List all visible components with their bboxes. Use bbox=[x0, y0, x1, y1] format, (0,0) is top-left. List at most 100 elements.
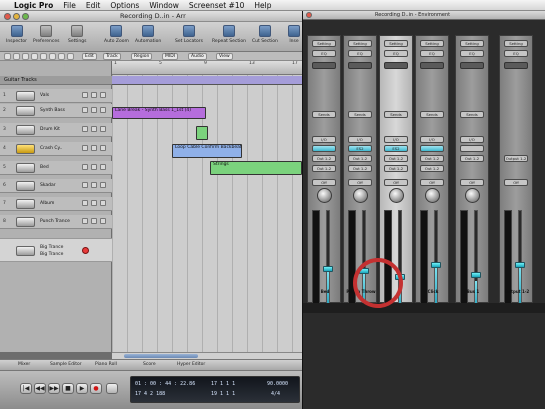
output-slot[interactable]: Out 1-2 bbox=[420, 155, 444, 162]
insert-slot[interactable] bbox=[420, 62, 444, 69]
mute-button[interactable] bbox=[82, 164, 88, 170]
channel-name[interactable]: Click bbox=[417, 289, 449, 294]
scrollbar-thumb[interactable] bbox=[124, 354, 198, 358]
record-enable-button[interactable] bbox=[100, 145, 106, 151]
audio-menu[interactable]: Audio bbox=[188, 53, 207, 60]
solo-button[interactable] bbox=[91, 145, 97, 151]
automation-mode[interactable]: Off bbox=[312, 179, 336, 186]
channel-name[interactable]: Bus 1 bbox=[457, 289, 489, 294]
automation-button[interactable]: Automation bbox=[135, 25, 161, 44]
mute-button[interactable] bbox=[82, 107, 88, 113]
waveform-button[interactable] bbox=[49, 53, 56, 60]
eq-display[interactable]: EQ bbox=[384, 50, 408, 57]
pan-knob[interactable] bbox=[465, 188, 480, 203]
midi-menu[interactable]: MIDI bbox=[162, 53, 179, 60]
edit-menu[interactable]: Edit bbox=[82, 53, 97, 60]
track-menu[interactable]: Track bbox=[103, 53, 121, 60]
solo-button[interactable] bbox=[91, 218, 97, 224]
rewind-button[interactable]: ◀◀ bbox=[34, 383, 46, 394]
audio-region[interactable]: Loop Cable Confirm Backbeat bbox=[172, 144, 242, 158]
automation-mode[interactable]: Off bbox=[504, 179, 528, 186]
zoom-button[interactable] bbox=[40, 53, 47, 60]
output-slot-2[interactable]: Out 1-2 bbox=[420, 165, 444, 172]
output-slot-2[interactable]: Out 1-2 bbox=[384, 165, 408, 172]
sends-slot[interactable]: Sends bbox=[384, 111, 408, 118]
volume-fader[interactable] bbox=[431, 262, 441, 268]
solo-button[interactable] bbox=[91, 126, 97, 132]
volume-fader-track[interactable] bbox=[474, 210, 478, 312]
cycle-toggle-button[interactable] bbox=[106, 383, 118, 394]
arrange-area[interactable]: 1 5 9 13 17 Lane Break - Synth Bass 1_1s… bbox=[112, 61, 302, 352]
volume-fader[interactable] bbox=[323, 266, 333, 272]
channel-name[interactable]: Bed bbox=[309, 289, 341, 294]
record-enable-button[interactable] bbox=[100, 164, 106, 170]
solo-button[interactable] bbox=[91, 107, 97, 113]
drag-button[interactable] bbox=[67, 53, 74, 60]
output-slot-2[interactable]: Out 1-2 bbox=[312, 165, 336, 172]
sends-slot[interactable]: Sends bbox=[348, 111, 372, 118]
track-row[interactable]: 7 Album bbox=[0, 197, 112, 211]
automation-mode[interactable]: Off bbox=[420, 179, 444, 186]
minimize-window-button[interactable] bbox=[13, 13, 20, 20]
record-enable-button[interactable] bbox=[100, 182, 106, 188]
transport-lcd[interactable]: 01 : 00 : 44 : 22.86 17 4 2 188 17 1 1 1… bbox=[130, 376, 300, 403]
output-slot[interactable]: Out 1-2 bbox=[348, 155, 372, 162]
fast-forward-button[interactable]: ▶▶ bbox=[48, 383, 60, 394]
setting-button[interactable]: Setting bbox=[312, 40, 336, 47]
set-locators-button[interactable]: Set Locators bbox=[175, 25, 203, 44]
preferences-button[interactable]: Preferences bbox=[33, 25, 59, 44]
record-enable-button[interactable] bbox=[100, 218, 106, 224]
solo-button[interactable] bbox=[91, 164, 97, 170]
tab-mixer[interactable]: Mixer bbox=[18, 362, 30, 367]
eq-display[interactable]: EQ bbox=[348, 50, 372, 57]
menu-logic-pro[interactable]: Logic Pro bbox=[14, 1, 53, 10]
close-window-button[interactable] bbox=[306, 12, 312, 18]
cycle-button[interactable] bbox=[22, 53, 29, 60]
sends-slot[interactable]: Sends bbox=[420, 111, 444, 118]
automation-mode[interactable]: Off bbox=[460, 179, 484, 186]
input-slot[interactable] bbox=[460, 145, 484, 152]
selected-track-row[interactable]: Big Trance Big Trance bbox=[0, 238, 112, 262]
link-button[interactable] bbox=[4, 53, 11, 60]
record-enable-button[interactable] bbox=[100, 92, 106, 98]
menu-edit[interactable]: Edit bbox=[86, 1, 101, 10]
volume-fader[interactable] bbox=[515, 262, 525, 268]
tab-hyper-editor[interactable]: Hyper Editor bbox=[177, 362, 205, 367]
sends-slot[interactable]: Sends bbox=[312, 111, 336, 118]
drum-region[interactable] bbox=[196, 126, 208, 140]
menu-help[interactable]: Help bbox=[254, 1, 271, 10]
record-enable-button[interactable] bbox=[82, 247, 89, 254]
automation-mode[interactable]: Off bbox=[384, 179, 408, 186]
record-enable-button[interactable] bbox=[100, 200, 106, 206]
tab-score[interactable]: Score bbox=[143, 362, 156, 367]
tab-piano-roll[interactable]: Piano Roll bbox=[95, 362, 117, 367]
folder-track-header[interactable]: Guitar Tracks bbox=[0, 76, 112, 85]
solo-button[interactable] bbox=[91, 92, 97, 98]
track-row[interactable]: 2 Synth Bass bbox=[0, 104, 112, 118]
input-slot[interactable] bbox=[420, 145, 444, 152]
volume-fader[interactable] bbox=[471, 272, 481, 278]
setting-button[interactable]: Setting bbox=[420, 40, 444, 47]
channel-name[interactable]: Output 1-2 bbox=[501, 289, 533, 294]
mute-button[interactable] bbox=[82, 218, 88, 224]
tab-sample-editor[interactable]: Sample Editor bbox=[50, 362, 82, 367]
pan-knob[interactable] bbox=[389, 188, 404, 203]
instrument-slot[interactable]: ES2 bbox=[348, 145, 372, 152]
record-enable-button[interactable] bbox=[100, 126, 106, 132]
eq-display[interactable]: EQ bbox=[420, 50, 444, 57]
record-button[interactable]: ● bbox=[90, 383, 102, 394]
catch-button[interactable] bbox=[13, 53, 20, 60]
solo-button[interactable] bbox=[91, 200, 97, 206]
insert-slot[interactable] bbox=[348, 62, 372, 69]
setting-button[interactable]: Setting bbox=[460, 40, 484, 47]
menu-file[interactable]: File bbox=[63, 1, 76, 10]
insert-section-button[interactable]: Inse bbox=[288, 25, 300, 44]
output-slot[interactable]: Out 1-2 bbox=[312, 155, 336, 162]
record-enable-button[interactable] bbox=[100, 107, 106, 113]
horizontal-scrollbar[interactable] bbox=[112, 352, 302, 359]
play-button[interactable]: ▶ bbox=[76, 383, 88, 394]
folder-region[interactable] bbox=[112, 76, 302, 85]
strings-region[interactable]: Strings bbox=[210, 161, 302, 175]
track-row[interactable]: 3 Drum Kit bbox=[0, 123, 112, 137]
insert-slot[interactable] bbox=[460, 62, 484, 69]
